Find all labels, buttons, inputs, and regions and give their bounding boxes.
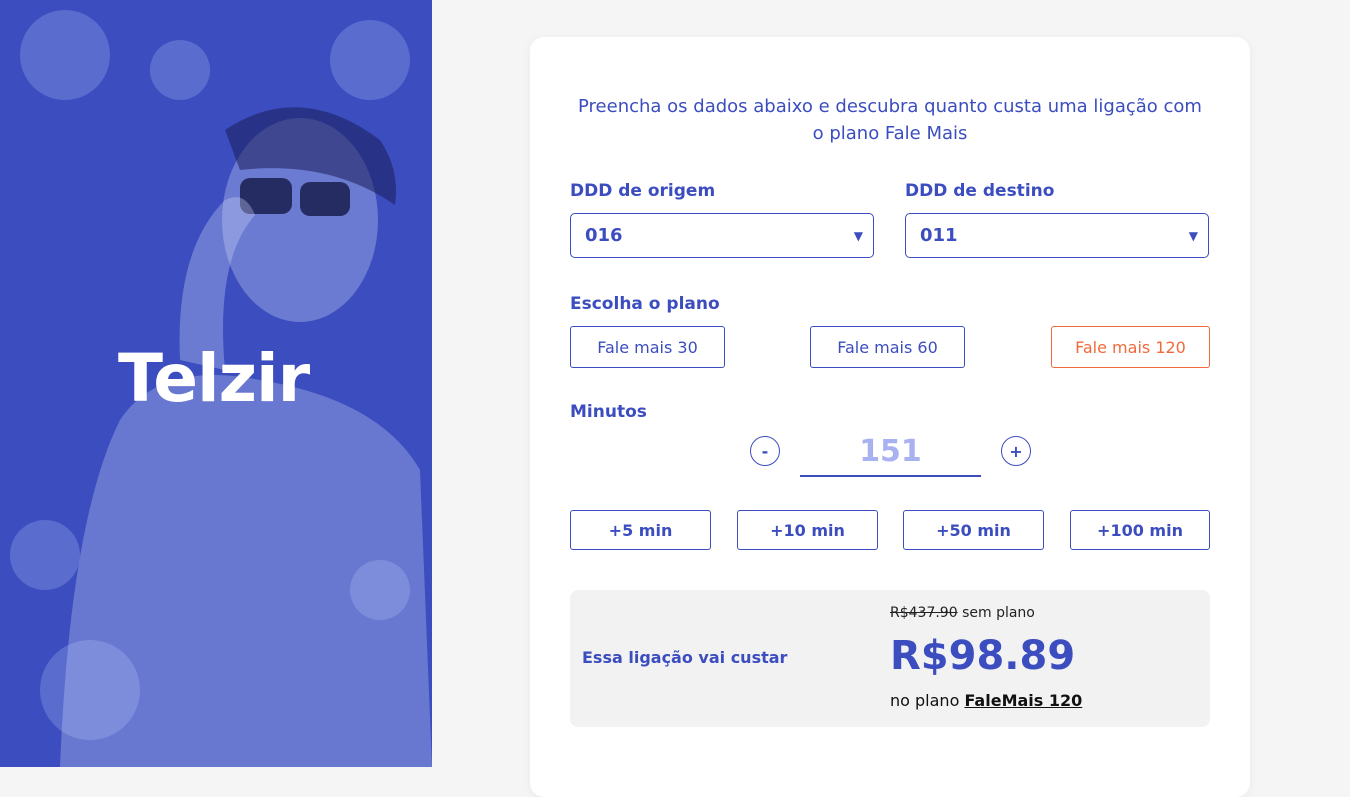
old-price-line: R$437.90 sem plano xyxy=(890,605,1035,621)
chevron-down-icon: ▼ xyxy=(1188,228,1198,243)
add-50-min-button[interactable]: +50 min xyxy=(903,510,1044,550)
plan-option-60[interactable]: Fale mais 60 xyxy=(810,326,965,368)
add-100-min-button[interactable]: +100 min xyxy=(1070,510,1210,550)
chevron-down-icon: ▼ xyxy=(853,228,863,243)
origin-value: 016 xyxy=(585,225,623,246)
destination-value: 011 xyxy=(920,225,958,246)
plan-option-30[interactable]: Fale mais 30 xyxy=(570,326,725,368)
plan-line: no plano FaleMais 120 xyxy=(890,691,1082,710)
result-panel: Essa ligação vai custar R$437.90 sem pla… xyxy=(570,590,1210,727)
minutes-input[interactable] xyxy=(800,427,981,477)
calculator-card: Preencha os dados abaixo e descubra quan… xyxy=(530,37,1250,797)
destination-select[interactable]: 011 ▼ xyxy=(905,213,1209,258)
destination-label: DDD de destino xyxy=(905,181,1055,201)
result-caption: Essa ligação vai custar xyxy=(582,648,788,667)
old-price: R$437.90 xyxy=(890,605,958,621)
hero-panel: Telzir xyxy=(0,0,432,767)
plan-label: Escolha o plano xyxy=(570,294,720,314)
old-price-suffix: sem plano xyxy=(957,605,1035,621)
add-5-min-button[interactable]: +5 min xyxy=(570,510,711,550)
plan-name-link[interactable]: FaleMais 120 xyxy=(964,691,1082,710)
minus-button[interactable]: - xyxy=(750,436,780,466)
intro-text: Preencha os dados abaixo e descubra quan… xyxy=(578,96,1202,144)
brand-logo: Telzir xyxy=(118,340,310,417)
add-10-min-button[interactable]: +10 min xyxy=(737,510,878,550)
result-price: R$98.89 xyxy=(890,633,1076,679)
origin-label: DDD de origem xyxy=(570,181,716,201)
plan-option-120[interactable]: Fale mais 120 xyxy=(1051,326,1210,368)
plan-prefix: no plano xyxy=(890,691,965,710)
plus-button[interactable]: + xyxy=(1001,436,1031,466)
minutes-label: Minutos xyxy=(570,402,647,422)
origin-select[interactable]: 016 ▼ xyxy=(570,213,874,258)
